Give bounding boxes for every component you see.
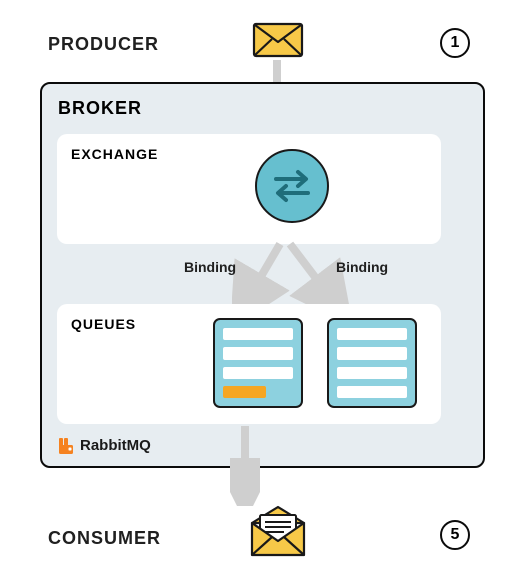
queue-right: [327, 318, 417, 408]
queue-message-row: [337, 367, 407, 379]
step-number: 1: [451, 34, 460, 52]
envelope-icon: [252, 22, 304, 58]
broker-title: BROKER: [58, 98, 142, 119]
producer-label: PRODUCER: [48, 34, 159, 55]
consumer-label: CONSUMER: [48, 528, 161, 549]
rabbit-logo-icon: [58, 438, 74, 454]
broker-panel: BROKER EXCHANGE: [40, 82, 485, 468]
envelope-open-icon: [248, 505, 308, 559]
binding-label-right: Binding: [336, 259, 388, 275]
binding-label-left: Binding: [184, 259, 236, 275]
queue-message-row: [223, 347, 293, 359]
queue-message-row: [337, 328, 407, 340]
swap-arrows-icon: [270, 167, 314, 205]
step-1-badge: 1: [440, 28, 470, 58]
rabbitmq-brand: RabbitMQ: [58, 437, 151, 454]
brand-text: RabbitMQ: [80, 437, 151, 454]
queues-panel: QUEUES: [57, 304, 441, 424]
queue-message-row: [223, 328, 293, 340]
exchange-panel: EXCHANGE: [57, 134, 441, 244]
exchange-node: [255, 149, 329, 223]
queue-message-row: [337, 347, 407, 359]
arrow-queue-to-consumer: [230, 424, 260, 506]
exchange-title: EXCHANGE: [71, 146, 158, 162]
step-5-badge: 5: [440, 520, 470, 550]
queue-message-row: [223, 367, 293, 379]
queue-left: [213, 318, 303, 408]
queue-message-row: [337, 386, 407, 398]
queue-message-row-highlight: [223, 386, 266, 398]
step-number: 5: [451, 526, 460, 544]
diagram-stage: PRODUCER 1 2 3 4 5 BROKER EXCHANGE: [0, 0, 520, 570]
queues-title: QUEUES: [71, 316, 136, 332]
